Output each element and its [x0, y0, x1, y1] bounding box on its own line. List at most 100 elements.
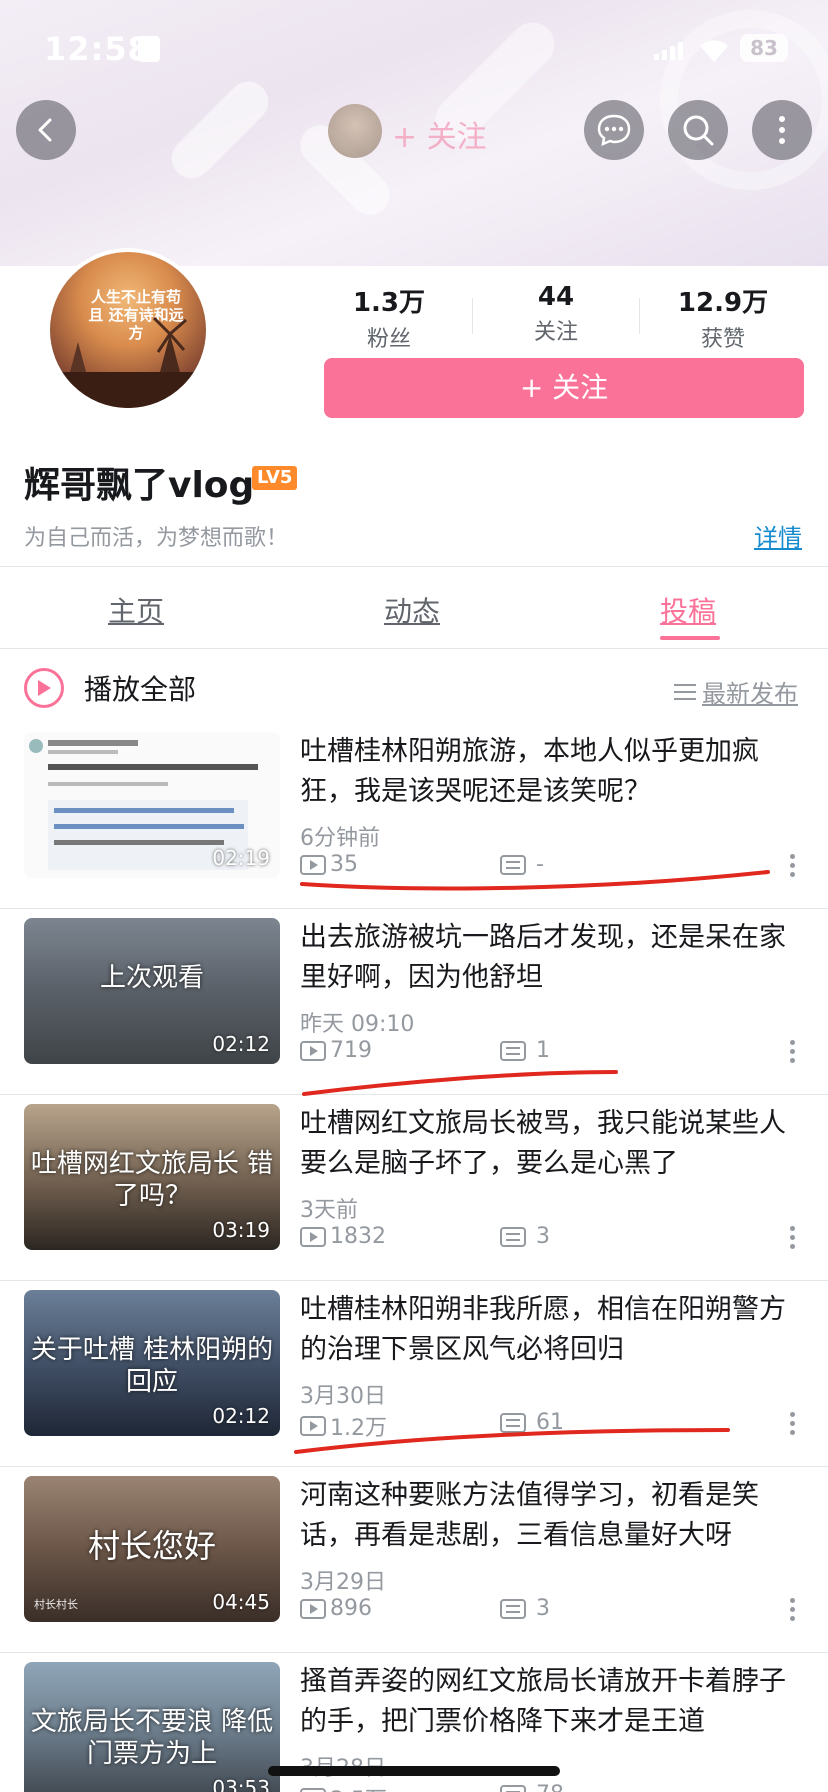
video-thumbnail[interactable]: 02:19 [24, 732, 280, 878]
video-title[interactable]: 吐槽网红文旅局长被骂，我只能说某些人要么是脑子坏了，要么是心黑了 [300, 1104, 800, 1184]
stat-likes[interactable]: 12.9万 获赞 [640, 282, 806, 352]
detail-link[interactable]: 详情 [754, 518, 802, 553]
play-all-icon [24, 668, 64, 708]
video-title[interactable]: 搔首弄姿的网红文旅局长请放开卡着脖子的手，把门票价格降下来才是王道 [300, 1662, 800, 1742]
video-title[interactable]: 吐槽桂林阳朔旅游，本地人似乎更加疯狂，我是该哭呢还是该笑呢？ [300, 732, 800, 812]
thumbnail-caption: 吐槽网红文旅局长 错了吗？ [30, 1149, 274, 1211]
play-count: 3.5万 [300, 1782, 387, 1792]
back-icon [38, 118, 52, 142]
comment-count-value: 3 [536, 1596, 550, 1621]
play-count: 1832 [300, 1224, 386, 1249]
comment-count: 3 [500, 1224, 550, 1249]
video-item[interactable]: 关于吐槽 桂林阳朔的回应 02:12 吐槽桂林阳朔非我所愿，相信在阳朔警方的治理… [0, 1282, 828, 1468]
active-tab-indicator [660, 636, 720, 640]
play-all-button[interactable]: 播放全部 [24, 668, 196, 708]
stat-following[interactable]: 44 关注 [473, 282, 639, 348]
play-count: 1.2万 [300, 1410, 387, 1442]
video-title[interactable]: 吐槽桂林阳朔非我所愿，相信在阳朔警方的治理下景区风气必将回归 [300, 1290, 800, 1370]
video-item[interactable]: 吐槽网红文旅局长 错了吗？ 03:19 吐槽网红文旅局长被骂，我只能说某些人要么… [0, 1096, 828, 1282]
follow-button[interactable]: + 关注 [324, 358, 804, 418]
more-button[interactable] [752, 100, 812, 160]
signal-icon [654, 42, 683, 60]
home-indicator [268, 1766, 560, 1776]
stat-label: 粉丝 [366, 327, 411, 352]
profile-avatar[interactable]: 人生不止有苟且 还有诗和远方 [46, 248, 210, 412]
comment-count-icon [500, 1040, 526, 1061]
divider [0, 566, 828, 567]
video-thumbnail[interactable]: 文旅局长不要浪 降低门票方为上 03:53 [24, 1662, 280, 1792]
stat-label: 关注 [533, 320, 578, 345]
tab-home[interactable]: 主页 [108, 590, 164, 630]
play-all-label: 播放全部 [84, 673, 197, 706]
nav-follow-button[interactable]: + 关注 [392, 112, 487, 156]
video-duration: 03:53 [212, 1776, 270, 1792]
wifi-icon [700, 40, 728, 62]
video-time: 3月29日 [300, 1570, 386, 1595]
more-dots-icon[interactable] [790, 1226, 796, 1253]
sort-button[interactable]: 最新发布 [674, 674, 798, 709]
play-count-value: 896 [330, 1596, 372, 1621]
comment-count-icon [500, 1226, 526, 1247]
more-dots-icon[interactable] [790, 1412, 796, 1439]
divider [0, 1280, 828, 1281]
video-time: 6分钟前 [300, 826, 380, 851]
sort-icon [674, 679, 696, 705]
sort-label: 最新发布 [702, 680, 798, 708]
tab-posts[interactable]: 投稿 [660, 590, 716, 630]
comment-count-icon [500, 1598, 526, 1619]
video-title[interactable]: 出去旅游被坑一路后才发现，还是呆在家里好啊，因为他舒坦 [300, 918, 800, 998]
more-dots-icon[interactable] [790, 1040, 796, 1067]
profile-stats: 1.3万 粉丝 44 关注 12.9万 获赞 [306, 282, 806, 352]
comment-count-value: 78 [536, 1782, 564, 1792]
play-count-value: 1.2万 [330, 1416, 387, 1441]
nav-avatar[interactable] [328, 104, 382, 158]
comment-count: 61 [500, 1410, 564, 1435]
more-dots-icon[interactable] [790, 1598, 796, 1625]
search-icon [683, 115, 714, 146]
video-title[interactable]: 河南这种要账方法值得学习，初看是笑话，再看是悲剧，三看信息量好大呀 [300, 1476, 800, 1556]
video-thumbnail[interactable]: 关于吐槽 桂林阳朔的回应 02:12 [24, 1290, 280, 1436]
play-count: 719 [300, 1038, 372, 1063]
video-item[interactable]: 02:19 吐槽桂林阳朔旅游，本地人似乎更加疯狂，我是该哭呢还是该笑呢？ 6分钟… [0, 724, 828, 910]
windmill-icon [50, 316, 206, 408]
video-item[interactable]: 村长您好 村长村长 04:45 河南这种要账方法值得学习，初看是笑话，再看是悲剧… [0, 1468, 828, 1654]
video-duration: 02:12 [212, 1032, 270, 1056]
divider [0, 1094, 828, 1095]
comment-count-value: 1 [536, 1038, 550, 1063]
search-button[interactable] [668, 100, 728, 160]
play-count-icon [300, 1226, 326, 1247]
status-bar: 12:58 83 [0, 0, 828, 100]
back-button[interactable] [16, 100, 76, 160]
id-card-icon [138, 36, 160, 62]
play-count: 35 [300, 852, 358, 877]
play-count: 896 [300, 1596, 372, 1621]
video-thumbnail[interactable]: 上次观看 02:12 [24, 918, 280, 1064]
message-button[interactable] [584, 100, 644, 160]
play-count-value: 719 [330, 1038, 372, 1063]
divider [0, 908, 828, 909]
video-time: 3月30日 [300, 1384, 386, 1409]
stat-fans[interactable]: 1.3万 粉丝 [306, 282, 472, 352]
comment-count-value: 3 [536, 1224, 550, 1249]
video-time: 昨天 09:10 [300, 1012, 415, 1037]
user-name: 辉哥飘了vlog [24, 465, 255, 506]
thumbnail-caption: 关于吐槽 桂林阳朔的回应 [30, 1335, 274, 1397]
video-duration: 04:45 [212, 1590, 270, 1614]
comment-count: - [500, 852, 544, 877]
comment-count: 3 [500, 1596, 550, 1621]
video-thumbnail[interactable]: 村长您好 村长村长 04:45 [24, 1476, 280, 1622]
divider [0, 648, 828, 649]
more-dots-icon[interactable] [790, 854, 796, 881]
play-count-icon [300, 1040, 326, 1061]
video-thumbnail[interactable]: 吐槽网红文旅局长 错了吗？ 03:19 [24, 1104, 280, 1250]
more-icon [779, 116, 785, 144]
thumbnail-caption: 上次观看 [99, 963, 204, 993]
thumbnail-caption: 文旅局长不要浪 降低门票方为上 [30, 1707, 274, 1769]
divider [0, 1652, 828, 1653]
tab-dynamic[interactable]: 动态 [384, 590, 440, 630]
video-item[interactable]: 上次观看 02:12 出去旅游被坑一路后才发现，还是呆在家里好啊，因为他舒坦 昨… [0, 910, 828, 1096]
play-count-value: 3.5万 [330, 1782, 387, 1792]
tab-bar: 主页 动态 投稿 [0, 580, 828, 648]
play-count-icon [300, 1598, 326, 1619]
thumbnail-caption: 村长您好 [87, 1527, 216, 1565]
